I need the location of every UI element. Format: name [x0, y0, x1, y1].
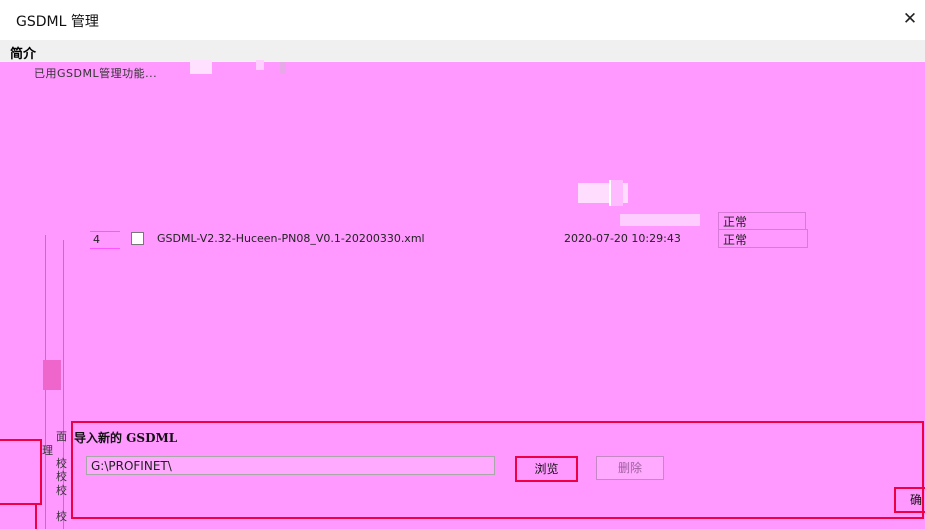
row-date: 2020-07-20 10:29:43 — [564, 232, 681, 245]
import-section-title: 导入新的 GSDML — [74, 431, 178, 445]
row-checkbox[interactable] — [131, 232, 144, 245]
delete-button-label: 删除 — [617, 461, 642, 475]
browse-button[interactable]: 浏览 — [515, 456, 578, 482]
artifact-block — [190, 60, 212, 74]
window-titlebar: GSDML 管理 ✕ — [0, 0, 925, 40]
artifact-block — [256, 60, 264, 70]
row-index: 4 — [93, 233, 100, 246]
table-row[interactable]: 正常 — [600, 212, 810, 230]
intro-text: 已用GSDML管理功能... — [34, 67, 158, 80]
highlight-border — [35, 505, 37, 529]
intro-header-strip — [0, 40, 925, 62]
browse-button-label: 浏览 — [534, 462, 559, 476]
artifact-block — [280, 62, 286, 74]
row-filename: GSDML-V2.32-Huceen-PN08_V0.1-20200330.xm… — [157, 232, 425, 245]
highlight-border — [40, 439, 42, 504]
intro-label: 简介 — [10, 47, 37, 62]
side-label: 面 — [56, 430, 67, 443]
artifact-block — [43, 360, 61, 390]
highlight-border — [0, 439, 42, 441]
side-label: 校 — [56, 510, 67, 523]
artifact-block — [620, 214, 700, 226]
gsdml-path-input[interactable] — [86, 456, 495, 475]
close-icon[interactable]: ✕ — [899, 8, 921, 30]
side-label: 校 — [56, 484, 67, 497]
delete-button[interactable]: 删除 — [596, 456, 664, 480]
row-status: 正常 — [723, 215, 748, 229]
row-status: 正常 — [723, 233, 748, 247]
ok-button[interactable]: 确 — [894, 487, 925, 513]
ok-button-label: 确 — [910, 493, 923, 507]
window-title: GSDML 管理 — [16, 14, 99, 30]
artifact-block — [609, 180, 623, 206]
side-label: 理 — [42, 444, 53, 457]
